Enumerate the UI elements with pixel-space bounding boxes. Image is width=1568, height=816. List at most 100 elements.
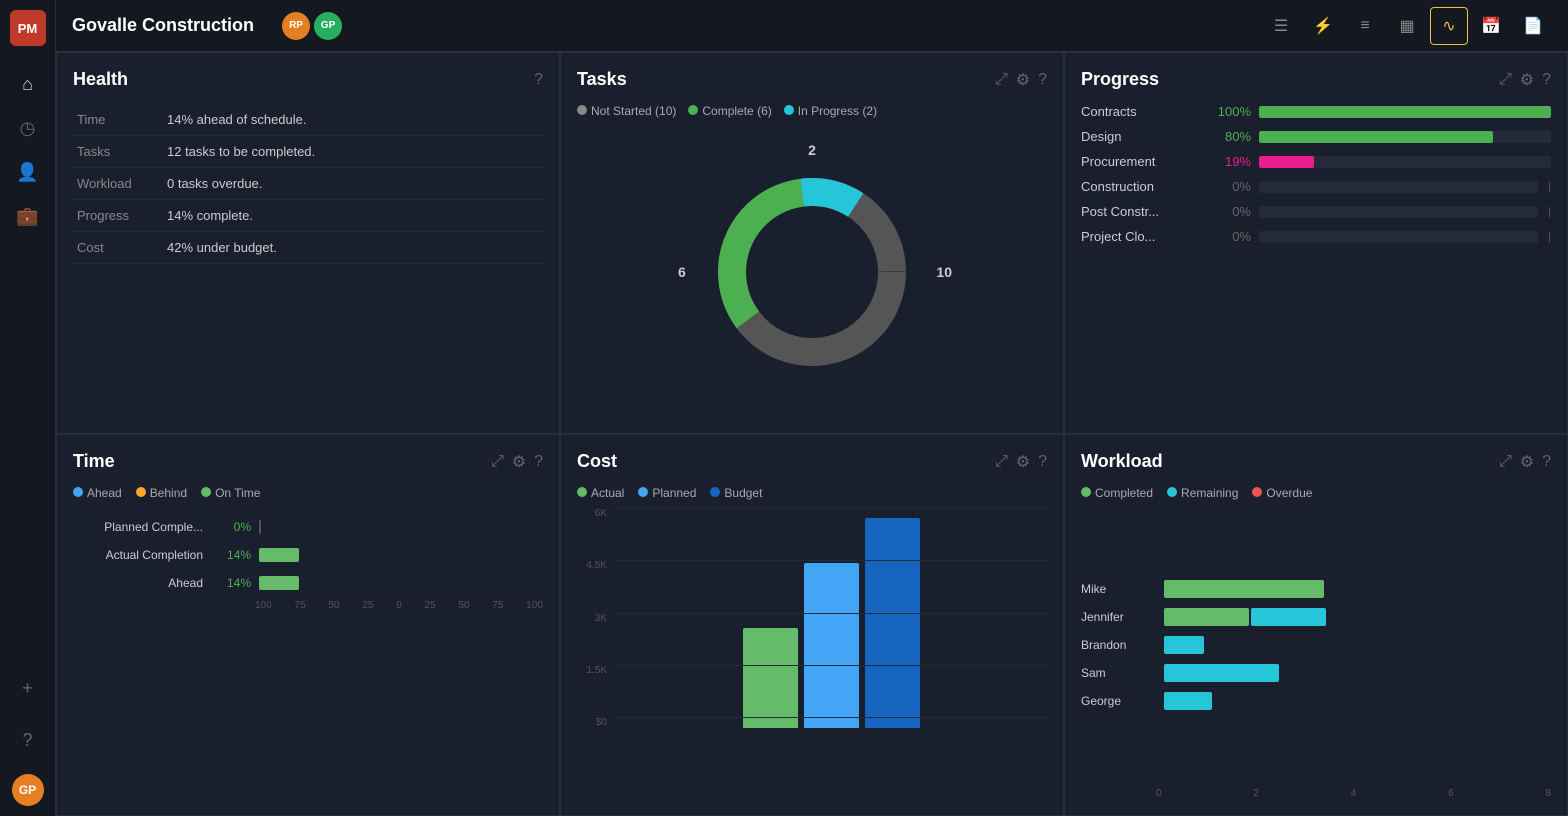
wl-row-brandon: Brandon [1081, 636, 1551, 654]
health-label-time: Time [73, 104, 163, 136]
progress-row-projectclose: Project Clo... 0% | [1081, 229, 1551, 244]
tasks-panel: Tasks ⤢ ⚙ ? Not Started (10) Complete (6… [560, 52, 1064, 434]
wl-label-sam: Sam [1081, 666, 1156, 680]
donut-label-left: 6 [678, 264, 686, 280]
progress-row-contracts: Contracts 100% [1081, 104, 1551, 119]
progress-tick-postconstruction: | [1548, 206, 1551, 218]
cost-settings-icon[interactable]: ⚙ [1016, 452, 1030, 472]
wl-bars-mike [1164, 580, 1551, 598]
time-row-actual: Actual Completion 14% [73, 548, 543, 562]
toolbar-calendar-icon[interactable]: 📅 [1472, 7, 1510, 45]
topbar: Govalle Construction RP GP ☰ ⚡ ≡ ▦ ∿ 📅 📄 [56, 0, 1568, 52]
legend-budget: Budget [710, 486, 762, 500]
health-row-time: Time 14% ahead of schedule. [73, 104, 543, 136]
health-help-icon[interactable]: ? [534, 71, 543, 89]
cost-bar-budget [865, 518, 920, 728]
progress-row-procurement: Procurement 19% [1081, 154, 1551, 169]
tasks-settings-icon[interactable]: ⚙ [1016, 70, 1030, 90]
donut-chart: 2 6 10 [702, 162, 922, 382]
time-row-planned: Planned Comple... 0% [73, 520, 543, 534]
time-title: Time [73, 451, 115, 472]
cost-actions: ⤢ ⚙ ? [995, 452, 1047, 472]
sidebar: PM ⌂ ◷ 👤 💼 + ? GP [0, 0, 56, 816]
cost-legend: Actual Planned Budget [577, 486, 1047, 500]
sidebar-user-avatar[interactable]: GP [12, 774, 44, 806]
health-label-cost: Cost [73, 232, 163, 264]
progress-pct-postconstruction: 0% [1209, 204, 1251, 219]
time-bar-ahead [259, 576, 299, 590]
sidebar-add-button[interactable]: + [10, 670, 46, 706]
health-row-workload: Workload 0 tasks overdue. [73, 168, 543, 200]
time-panel: Time ⤢ ⚙ ? Ahead Behind On Time Planned … [56, 434, 560, 816]
progress-label-projectclose: Project Clo... [1081, 229, 1201, 244]
sidebar-logo[interactable]: PM [10, 10, 46, 46]
progress-fill-procurement [1259, 156, 1314, 168]
progress-track-projectclose [1259, 231, 1538, 243]
health-title: Health [73, 69, 128, 90]
legend-in-progress: In Progress (2) [784, 104, 877, 118]
cost-chart: 6K 4.5K 3K 1.5K $0 [577, 508, 1047, 799]
time-row-ahead: Ahead 14% [73, 576, 543, 590]
toolbar-filter-icon[interactable]: ≡ [1346, 7, 1384, 45]
time-axis: 100 75 50 25 0 25 50 75 100 [73, 600, 543, 611]
cost-panel: Cost ⤢ ⚙ ? Actual Planned Budget 6K 4.5K… [560, 434, 1064, 816]
progress-track-contracts [1259, 106, 1551, 118]
time-actions: ⤢ ⚙ ? [491, 452, 543, 472]
legend-ontime: On Time [201, 486, 260, 500]
progress-expand-icon[interactable]: ⤢ [1499, 71, 1512, 89]
time-bar-wrap-planned [259, 520, 543, 534]
cost-expand-icon[interactable]: ⤢ [995, 453, 1008, 471]
progress-label-contracts: Contracts [1081, 104, 1201, 119]
time-bar-planned [259, 520, 261, 534]
progress-label-design: Design [1081, 129, 1201, 144]
tasks-legend: Not Started (10) Complete (6) In Progres… [577, 104, 1047, 118]
cost-help-icon[interactable]: ? [1038, 453, 1047, 471]
time-settings-icon[interactable]: ⚙ [512, 452, 526, 472]
sidebar-item-briefcase[interactable]: 💼 [10, 198, 46, 234]
tasks-header: Tasks ⤢ ⚙ ? [577, 69, 1047, 90]
tasks-title: Tasks [577, 69, 627, 90]
toolbar-list-icon[interactable]: ☰ [1262, 7, 1300, 45]
legend-completed: Completed [1081, 486, 1153, 500]
y-6k: 6K [577, 508, 607, 519]
health-row-cost: Cost 42% under budget. [73, 232, 543, 264]
health-value-tasks: 12 tasks to be completed. [163, 136, 543, 168]
toolbar-chart-icon[interactable]: ∿ [1430, 7, 1468, 45]
sidebar-help-icon[interactable]: ? [10, 722, 46, 758]
time-pct-ahead: 14% [211, 576, 251, 590]
toolbar-doc-icon[interactable]: 📄 [1514, 7, 1552, 45]
progress-pct-projectclose: 0% [1209, 229, 1251, 244]
health-value-cost: 42% under budget. [163, 232, 543, 264]
avatar-gp[interactable]: GP [314, 12, 342, 40]
y-0: $0 [577, 717, 607, 728]
sidebar-item-people[interactable]: 👤 [10, 154, 46, 190]
progress-help-icon[interactable]: ? [1542, 71, 1551, 89]
progress-label-procurement: Procurement [1081, 154, 1201, 169]
cost-bars [615, 518, 1047, 728]
sidebar-item-home[interactable]: ⌂ [10, 66, 46, 102]
progress-track-postconstruction [1259, 206, 1538, 218]
tasks-expand-icon[interactable]: ⤢ [995, 71, 1008, 89]
tasks-help-icon[interactable]: ? [1038, 71, 1047, 89]
time-label-ahead: Ahead [73, 576, 203, 590]
wl-remaining-sam [1164, 664, 1279, 682]
progress-actions: ⤢ ⚙ ? [1499, 70, 1551, 90]
donut-label-top: 2 [808, 142, 816, 158]
time-label-planned: Planned Comple... [73, 520, 203, 534]
sidebar-item-clock[interactable]: ◷ [10, 110, 46, 146]
wl-remaining-jennifer [1251, 608, 1326, 626]
toolbar-bar-icon[interactable]: ⚡ [1304, 7, 1342, 45]
avatar-rp[interactable]: RP [282, 12, 310, 40]
time-expand-icon[interactable]: ⤢ [491, 453, 504, 471]
workload-rows: Mike Jennifer Brandon [1081, 510, 1551, 780]
workload-title: Workload [1081, 451, 1163, 472]
time-help-icon[interactable]: ? [534, 453, 543, 471]
workload-help-icon[interactable]: ? [1542, 453, 1551, 471]
toolbar-grid-icon[interactable]: ▦ [1388, 7, 1426, 45]
workload-settings-icon[interactable]: ⚙ [1520, 452, 1534, 472]
wl-bars-jennifer [1164, 608, 1551, 626]
health-row-tasks: Tasks 12 tasks to be completed. [73, 136, 543, 168]
progress-settings-icon[interactable]: ⚙ [1520, 70, 1534, 90]
workload-expand-icon[interactable]: ⤢ [1499, 453, 1512, 471]
progress-pct-procurement: 19% [1209, 154, 1251, 169]
